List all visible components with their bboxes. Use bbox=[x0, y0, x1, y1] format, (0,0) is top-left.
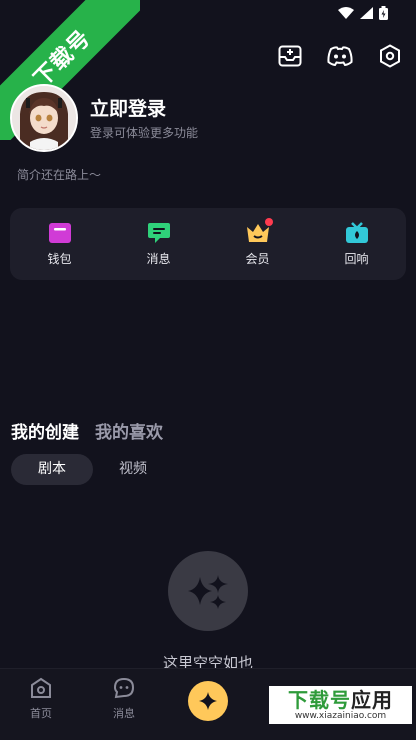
bio-text[interactable]: 简介还在路上～ bbox=[17, 166, 101, 183]
signal-icon bbox=[360, 7, 373, 19]
nav-messages[interactable]: 消息 bbox=[94, 677, 154, 721]
membership-badge-dot bbox=[264, 218, 273, 226]
login-subtitle: 登录可体验更多功能 bbox=[90, 126, 199, 140]
empty-state-illustration bbox=[168, 551, 248, 631]
quick-item-label: 消息 bbox=[146, 252, 171, 266]
quick-item-wallet[interactable]: 钱包 bbox=[10, 208, 109, 280]
sparkle-empty-icon bbox=[188, 575, 228, 609]
settings-button[interactable] bbox=[376, 42, 404, 70]
quick-item-echo[interactable]: 回响 bbox=[307, 208, 406, 280]
nav-home-label: 首页 bbox=[30, 707, 52, 720]
nav-create-button[interactable] bbox=[188, 681, 228, 721]
nav-home[interactable]: 首页 bbox=[11, 677, 71, 721]
wifi-icon bbox=[338, 7, 354, 19]
watermark-brand: 下载号应用 bbox=[288, 689, 393, 711]
quick-item-messages[interactable]: 消息 bbox=[109, 208, 208, 280]
quick-actions-panel: 钱包 消息 会员 回响 bbox=[10, 208, 406, 280]
watermark-brand-dark: 应用 bbox=[351, 687, 393, 712]
chat-bubble-icon bbox=[113, 677, 135, 699]
avatar[interactable] bbox=[10, 84, 78, 152]
watermark-brand-green: 下载号 bbox=[288, 687, 351, 712]
subtab-videos[interactable]: 视频 bbox=[93, 454, 173, 485]
chat-icon bbox=[147, 223, 170, 243]
inbox-add-icon bbox=[278, 45, 302, 67]
home-icon bbox=[31, 677, 51, 698]
top-actions bbox=[276, 42, 404, 70]
quick-item-label: 会员 bbox=[245, 252, 270, 266]
sparkle-icon bbox=[199, 692, 217, 710]
crown-icon-wrap bbox=[246, 218, 273, 244]
battery-icon bbox=[379, 6, 388, 20]
discord-icon bbox=[327, 46, 353, 66]
subtab-scripts[interactable]: 剧本 bbox=[11, 454, 93, 485]
status-bar bbox=[296, 0, 416, 28]
quick-item-membership[interactable]: 会员 bbox=[208, 208, 307, 280]
inbox-add-button[interactable] bbox=[276, 42, 304, 70]
quick-item-label: 回响 bbox=[344, 252, 369, 266]
settings-icon bbox=[380, 44, 400, 68]
quick-item-label: 钱包 bbox=[47, 252, 72, 266]
watermark-url: www.xiazainiao.com bbox=[294, 710, 387, 721]
sub-tabs: 剧本 视频 bbox=[11, 454, 173, 485]
nav-messages-label: 消息 bbox=[113, 707, 135, 720]
wallet-icon bbox=[48, 223, 71, 243]
content-tabs: 我的创建 我的喜欢 bbox=[11, 418, 163, 443]
echo-icon bbox=[345, 222, 368, 243]
avatar-illustration bbox=[12, 86, 76, 150]
discord-button[interactable] bbox=[326, 42, 354, 70]
tab-my-likes[interactable]: 我的喜欢 bbox=[95, 418, 163, 443]
tab-my-creations[interactable]: 我的创建 bbox=[11, 418, 79, 443]
login-title[interactable]: 立即登录 bbox=[90, 94, 166, 121]
watermark-logo: 下载号应用 www.xiazainiao.com bbox=[269, 686, 412, 724]
